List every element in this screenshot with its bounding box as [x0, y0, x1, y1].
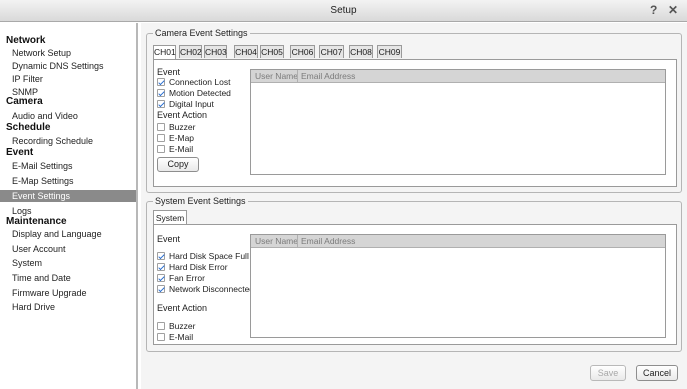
sidebar-item-email-settings[interactable]: E-Mail Settings — [10, 160, 136, 172]
system-col-user-name[interactable]: User Name — [255, 236, 298, 246]
motion-detected-checkbox[interactable] — [157, 89, 165, 97]
system-event-action-label: Event Action — [157, 303, 208, 313]
digital-input-label: Digital Input — [169, 99, 214, 109]
sidebar-item-network-setup[interactable]: Network Setup — [10, 47, 136, 59]
camera-col-user-name[interactable]: User Name — [255, 71, 298, 81]
tab-ch06[interactable]: CH06 — [290, 45, 315, 58]
camera-event-legend: Camera Event Settings — [153, 28, 250, 38]
window-title: Setup — [330, 5, 357, 16]
channel-tabs: CH01 CH02 CH03 CH04 CH05 CH06 CH07 CH08 … — [153, 45, 453, 59]
emap-label: E-Map — [169, 133, 195, 143]
sidebar-header-maintenance: Maintenance — [6, 216, 67, 227]
sidebar-header-event: Event — [6, 147, 34, 158]
copy-button[interactable]: Copy — [157, 157, 199, 172]
connection-lost-checkbox[interactable] — [157, 78, 165, 86]
sidebar-item-time-date[interactable]: Time and Date — [10, 272, 136, 284]
tab-ch01[interactable]: CH01 — [153, 45, 176, 59]
tab-ch04[interactable]: CH04 — [234, 45, 258, 58]
fan-error-label: Fan Error — [169, 273, 205, 283]
camera-recipient-table[interactable]: User Name Email Address — [250, 69, 666, 175]
sidebar-item-emap-settings[interactable]: E-Map Settings — [10, 175, 136, 187]
network-disconnected-label: Network Disconnected — [169, 284, 255, 294]
buzzer-label: Buzzer — [169, 122, 196, 132]
system-event-legend: System Event Settings — [153, 196, 248, 206]
emap-checkbox[interactable] — [157, 134, 165, 142]
email-label: E-Mail — [169, 144, 194, 154]
column-divider — [297, 235, 298, 248]
connection-lost-label: Connection Lost — [169, 77, 231, 87]
hdd-error-label: Hard Disk Error — [169, 262, 228, 272]
tab-ch02[interactable]: CH02 — [179, 45, 202, 58]
system-event-panel: Event Hard Disk Space Full Hard Disk Err… — [153, 224, 677, 345]
sidebar-header-camera: Camera — [6, 96, 43, 107]
system-event-label: Event — [157, 234, 181, 244]
save-button[interactable]: Save — [590, 365, 626, 381]
tab-ch07[interactable]: CH07 — [319, 45, 344, 58]
camera-event-panel: Event Connection Lost Motion Detected Di… — [153, 59, 677, 187]
system-buzzer-label: Buzzer — [169, 321, 196, 331]
sidebar-item-audio-video[interactable]: Audio and Video — [10, 110, 136, 122]
sidebar-item-event-settings[interactable]: Event Settings — [0, 190, 136, 202]
title-bar: Setup ? ✕ — [0, 0, 687, 22]
main-content: Camera Event Settings CH01 CH02 CH03 CH0… — [141, 23, 687, 389]
camera-event-label: Event — [157, 67, 181, 77]
sidebar-item-dynamic-dns[interactable]: Dynamic DNS Settings — [10, 60, 136, 72]
system-col-email[interactable]: Email Address — [301, 236, 355, 246]
sidebar-item-ip-filter[interactable]: IP Filter — [10, 73, 136, 85]
system-table-header: User Name Email Address — [251, 235, 665, 248]
hdd-space-full-checkbox[interactable] — [157, 252, 165, 260]
help-icon[interactable]: ? — [650, 3, 657, 17]
camera-col-email[interactable]: Email Address — [301, 71, 355, 81]
sidebar: Network Network Setup Dynamic DNS Settin… — [0, 23, 138, 389]
column-divider — [297, 70, 298, 83]
system-email-label: E-Mail — [169, 332, 194, 342]
camera-table-header: User Name Email Address — [251, 70, 665, 83]
tab-ch09[interactable]: CH09 — [377, 45, 402, 58]
system-email-checkbox[interactable] — [157, 333, 165, 341]
motion-detected-label: Motion Detected — [169, 88, 231, 98]
tab-ch03[interactable]: CH03 — [204, 45, 227, 58]
close-icon[interactable]: ✕ — [668, 3, 678, 17]
fan-error-checkbox[interactable] — [157, 274, 165, 282]
tab-system[interactable]: System — [153, 210, 187, 225]
sidebar-header-schedule: Schedule — [6, 122, 51, 133]
camera-event-action-label: Event Action — [157, 110, 208, 120]
tab-ch08[interactable]: CH08 — [349, 45, 373, 58]
system-tabs: System — [153, 210, 203, 225]
network-disconnected-checkbox[interactable] — [157, 285, 165, 293]
email-checkbox[interactable] — [157, 145, 165, 153]
digital-input-checkbox[interactable] — [157, 100, 165, 108]
system-recipient-table[interactable]: User Name Email Address — [250, 234, 666, 338]
cancel-button[interactable]: Cancel — [636, 365, 678, 381]
sidebar-item-hard-drive[interactable]: Hard Drive — [10, 301, 136, 313]
sidebar-item-system[interactable]: System — [10, 257, 136, 269]
hdd-error-checkbox[interactable] — [157, 263, 165, 271]
system-buzzer-checkbox[interactable] — [157, 322, 165, 330]
sidebar-item-display-language[interactable]: Display and Language — [10, 228, 136, 240]
sidebar-header-network: Network — [6, 35, 46, 46]
sidebar-item-user-account[interactable]: User Account — [10, 243, 136, 255]
sidebar-item-firmware-upgrade[interactable]: Firmware Upgrade — [10, 287, 136, 299]
sidebar-item-recording-schedule[interactable]: Recording Schedule — [10, 135, 136, 147]
buzzer-checkbox[interactable] — [157, 123, 165, 131]
hdd-space-full-label: Hard Disk Space Full — [169, 251, 249, 261]
tab-ch05[interactable]: CH05 — [260, 45, 284, 58]
